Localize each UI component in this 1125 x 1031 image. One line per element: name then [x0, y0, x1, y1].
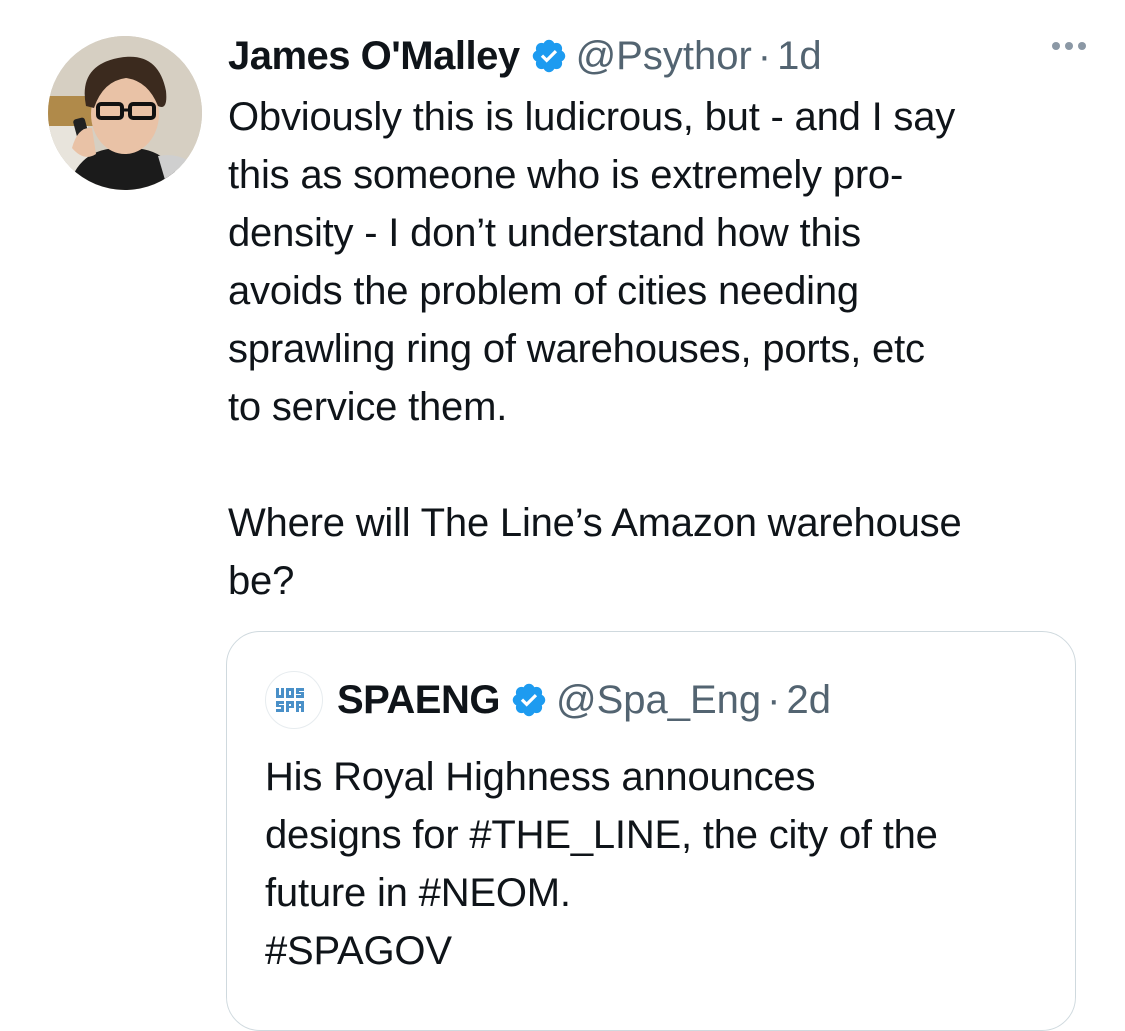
more-horizontal-icon[interactable] [1052, 42, 1086, 50]
verified-badge-icon [530, 37, 568, 75]
quoted-tweet-card[interactable]: SPAENG @Spa_Eng · 2d His Royal Highness … [226, 631, 1076, 1031]
quoted-tweet-header: SPAENG @Spa_Eng · 2d [265, 668, 831, 732]
quoted-tweet-text: His Royal Highness announces designs for… [265, 755, 938, 973]
quoted-tweet-timestamp[interactable]: 2d [787, 678, 832, 723]
tweet-text: Obviously this is ludicrous, but - and I… [228, 95, 962, 603]
author-avatar[interactable] [48, 36, 202, 190]
tweet[interactable]: James O'Malley @Psythor · 1d Obviously t… [228, 24, 1088, 610]
tweet-timestamp[interactable]: 1d [777, 24, 822, 88]
quoted-author-handle[interactable]: @Spa_Eng [556, 678, 761, 723]
author-handle[interactable]: @Psythor [576, 24, 752, 88]
separator-dot: · [757, 34, 772, 78]
spa-logo-avatar-icon[interactable] [265, 671, 323, 729]
quoted-author-name[interactable]: SPAENG [337, 678, 500, 723]
user-photo-avatar-icon [48, 36, 202, 190]
tweet-header: James O'Malley @Psythor · 1d [228, 24, 1088, 88]
separator-dot: · [767, 677, 781, 722]
author-name[interactable]: James O'Malley [228, 24, 520, 88]
verified-badge-icon [510, 681, 548, 719]
